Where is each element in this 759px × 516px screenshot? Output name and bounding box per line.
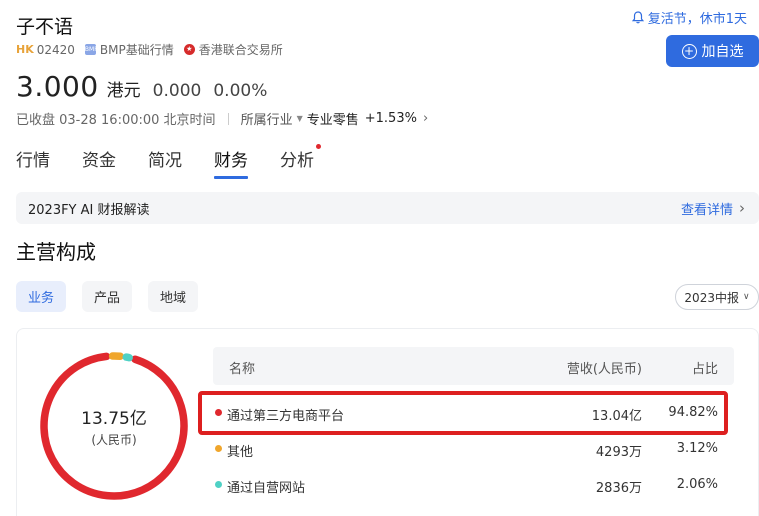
tab-label: 资金 — [82, 151, 116, 171]
stock-price: 3.000 — [16, 70, 99, 103]
tab-bar: 行情 资金 简况 财务 分析 — [16, 144, 346, 179]
chevron-right-icon: › — [739, 199, 745, 217]
tab-capital[interactable]: 资金 — [82, 146, 116, 179]
tab-finance[interactable]: 财务 — [214, 146, 248, 179]
stock-code: 02420 — [36, 42, 75, 57]
industry-link[interactable]: 专业零售 — [307, 109, 359, 128]
ai-banner-text: 2023FY AI 财报解读 — [28, 202, 150, 218]
tab-label: 简况 — [148, 151, 182, 171]
chip-product[interactable]: 产品 — [82, 281, 133, 312]
tab-profile[interactable]: 简况 — [148, 146, 182, 179]
legend-dot — [215, 481, 222, 488]
market-tag: HK — [16, 43, 34, 56]
bell-icon — [631, 11, 644, 24]
hkex-icon: ★ — [183, 44, 195, 55]
currency: 港元 — [106, 81, 141, 101]
exchange-name: 香港联合交易所 — [198, 43, 283, 57]
row-revenue: 4293万 — [595, 445, 642, 460]
holiday-text: 复活节，休市1天 — [647, 12, 747, 27]
row-share: 2.06% — [676, 477, 718, 492]
period-value: 2023中报 — [684, 290, 739, 305]
segment-filter: 业务 产品 地域 — [16, 281, 214, 312]
tab-label: 财务 — [214, 151, 248, 171]
header-name: 名称 — [229, 362, 256, 377]
view-details-link[interactable]: 查看详情 › — [681, 199, 745, 218]
donut-total: 13.75亿 — [81, 409, 147, 429]
section-title: 主营构成 — [16, 240, 96, 264]
holiday-notice: 复活节，休市1天 — [631, 8, 747, 27]
highlight-box — [198, 391, 728, 435]
chevron-down-icon: ∨ — [742, 292, 750, 302]
row-share: 3.12% — [676, 441, 718, 456]
chevron-right-icon[interactable]: › — [423, 111, 428, 126]
price-row: 3.000 港元 0.000 0.00% — [16, 70, 267, 103]
table-header: 名称 营收(人民币) 占比 — [213, 347, 734, 385]
tab-label: 分析 — [280, 151, 314, 171]
bmp-icon: BMP — [84, 44, 98, 55]
add-watchlist-label: 加自选 — [701, 44, 744, 60]
price-change: 0.000 — [152, 81, 202, 101]
add-watchlist-button[interactable]: + 加自选 — [666, 35, 759, 67]
table-row[interactable]: 其他 4293万 3.12% — [213, 430, 734, 468]
tab-quote[interactable]: 行情 — [16, 146, 50, 179]
row-revenue: 2836万 — [595, 481, 642, 496]
industry-label: 所属行业 — [240, 113, 293, 128]
view-details-label: 查看详情 — [680, 202, 733, 218]
chip-business[interactable]: 业务 — [16, 281, 67, 312]
data-source: BMP基础行情 — [99, 43, 174, 57]
period-select[interactable]: 2023中报 ∨ — [675, 284, 759, 310]
row-name: 其他 — [227, 445, 254, 460]
header-share: 占比 — [691, 362, 718, 377]
tab-label: 行情 — [16, 151, 50, 171]
plus-circle-icon: + — [681, 43, 697, 59]
donut-unit: (人民币) — [91, 433, 137, 447]
donut-center: 13.75亿 (人民币) — [38, 350, 190, 502]
market-status: 已收盘 03-28 16:00:00 北京时间 — [16, 113, 216, 128]
notification-dot — [316, 144, 321, 149]
status-row: 已收盘 03-28 16:00:00 北京时间 所属行业 ▼ 专业零售 +1.5… — [16, 109, 428, 128]
header-revenue: 营收(人民币) — [566, 362, 642, 377]
stock-meta: HK 02420 BMP BMP基础行情 ★ 香港联合交易所 — [16, 41, 283, 58]
tab-analysis[interactable]: 分析 — [280, 144, 321, 179]
price-change-pct: 0.00% — [213, 81, 268, 101]
ai-report-banner[interactable]: 2023FY AI 财报解读 查看详情 › — [16, 192, 759, 224]
table-row[interactable]: 通过自营网站 2836万 2.06% — [213, 466, 734, 504]
industry-change: +1.53% — [364, 111, 417, 126]
triangle-down-icon: ▼ — [296, 114, 303, 123]
chip-region[interactable]: 地域 — [148, 281, 199, 312]
stock-name: 子不语 — [16, 16, 74, 38]
row-name: 通过自营网站 — [227, 481, 306, 496]
divider — [227, 112, 229, 125]
legend-dot — [215, 445, 222, 452]
